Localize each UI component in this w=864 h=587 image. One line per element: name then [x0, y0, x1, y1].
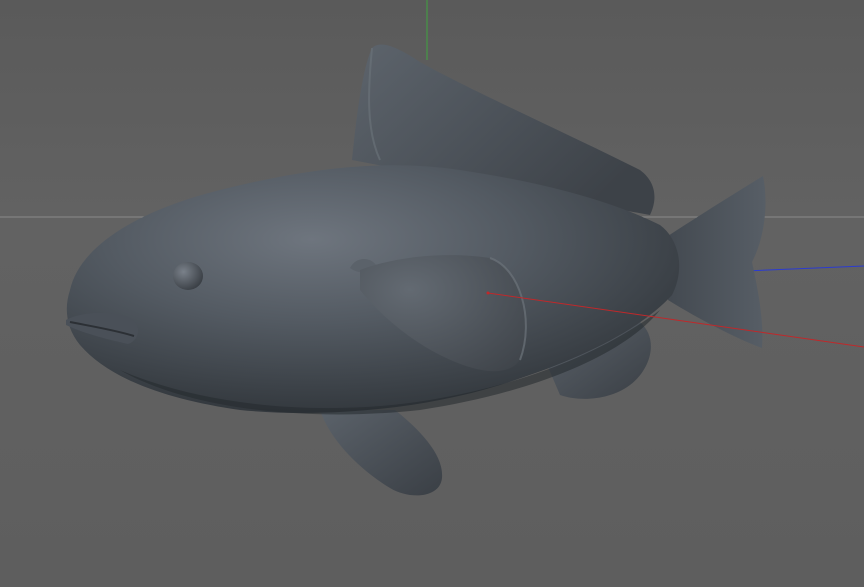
3d-viewport[interactable]: [0, 0, 864, 587]
pivot-point: [486, 291, 490, 295]
viewport-scene[interactable]: [0, 0, 864, 587]
fish-eye: [173, 262, 203, 290]
